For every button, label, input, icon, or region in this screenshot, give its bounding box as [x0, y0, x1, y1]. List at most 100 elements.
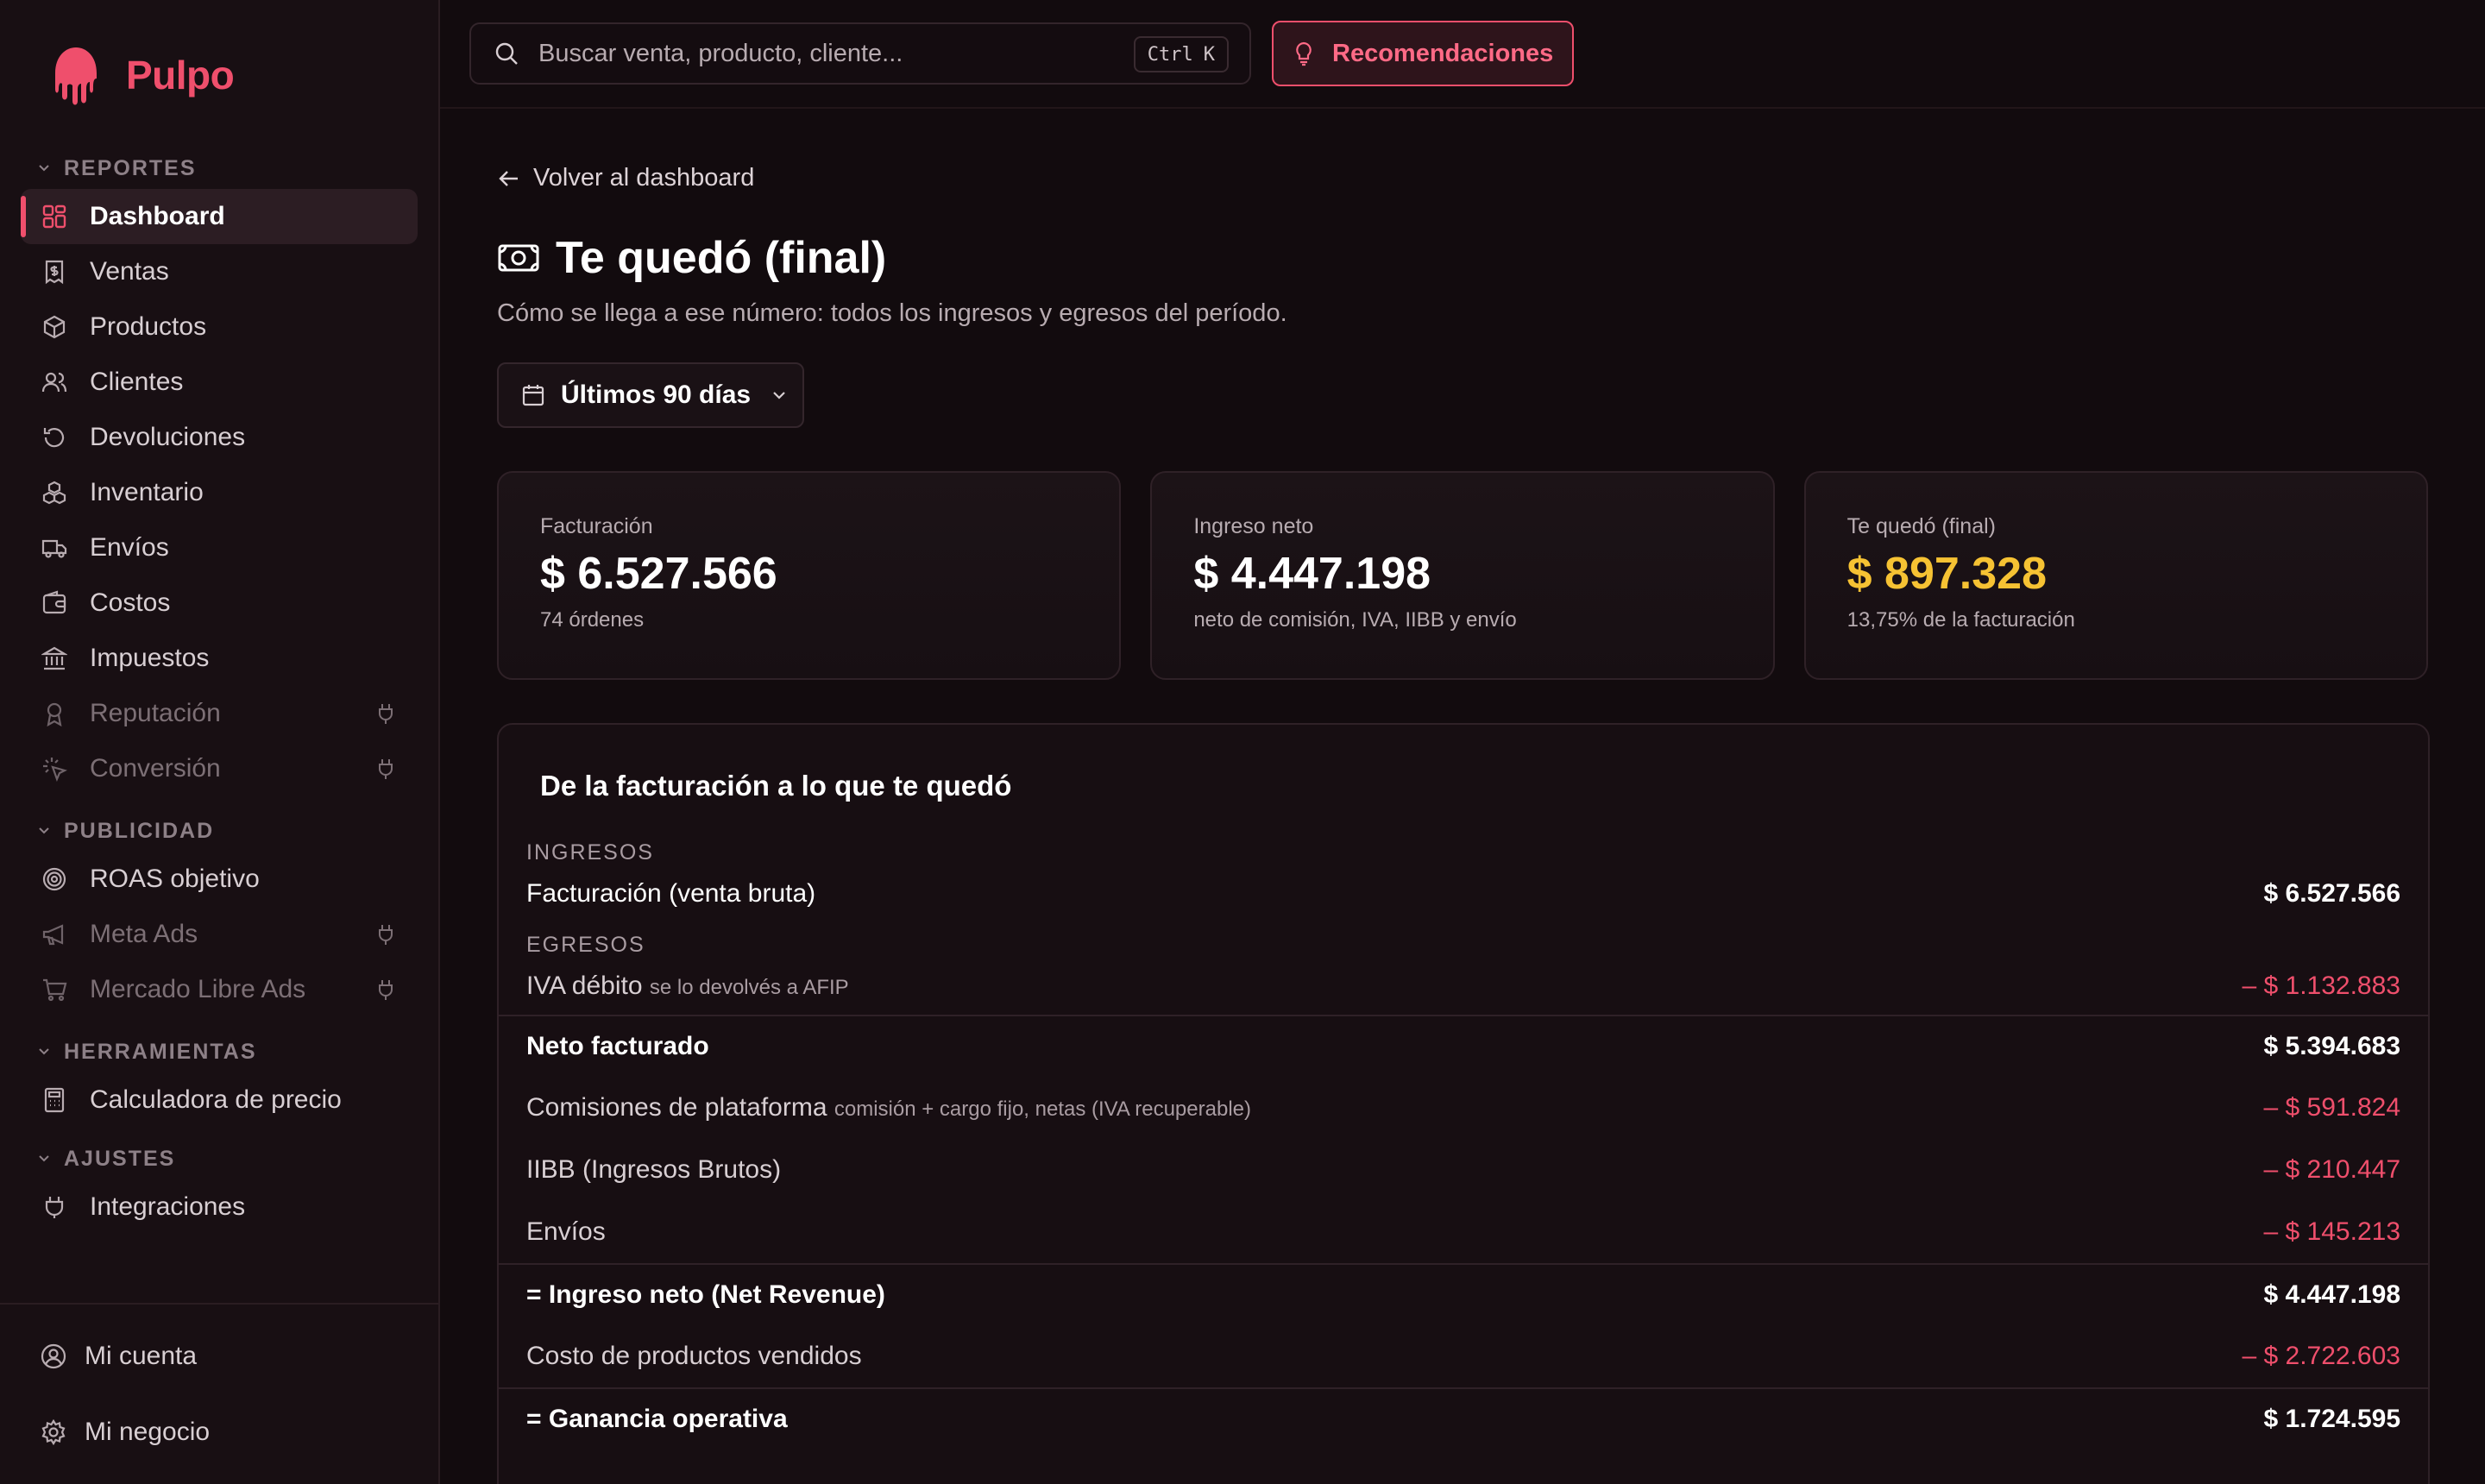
top-bar: Buscar venta, producto, cliente... Ctrl …: [440, 0, 2485, 109]
users-icon: [41, 372, 67, 393]
search-icon: [495, 42, 518, 65]
row-value: – $ 2.722.603: [2242, 1342, 2400, 1370]
row-label: IVA débito se lo devolvés a AFIP: [526, 972, 849, 1001]
app-logo[interactable]: Pulpo: [0, 37, 438, 113]
chevron-down-icon: [39, 827, 49, 834]
sidebar-item-ventas[interactable]: Ventas: [21, 244, 418, 299]
grid-icon: [42, 204, 66, 229]
row-facturacion: Facturación (venta bruta) $ 6.527.566: [499, 865, 2428, 922]
truck-icon: [41, 539, 67, 558]
chevron-down-icon: [39, 165, 49, 172]
sidebar-item-devoluciones[interactable]: Devoluciones: [21, 410, 418, 465]
search-placeholder: Buscar venta, producto, cliente...: [538, 39, 903, 67]
sidebar-item-label: Conversión: [90, 754, 221, 783]
shortcut-ctrl: Ctrl: [1147, 43, 1193, 66]
chevron-down-icon: [39, 1048, 49, 1055]
row-hint: se lo devolvés a AFIP: [649, 976, 849, 999]
gear-icon: [41, 1418, 66, 1446]
award-icon: [47, 702, 62, 726]
row-ganancia-operativa: = Ganancia operativa $ 1.724.595: [499, 1387, 2428, 1449]
page-title: Te quedó (final): [497, 232, 2428, 284]
page-subtitle: Cómo se llega a ese número: todos los in…: [497, 299, 1287, 327]
my-account-label: Mi cuenta: [85, 1342, 198, 1370]
sidebar-item-mercado-libre-ads[interactable]: Mercado Libre Ads: [21, 962, 418, 1017]
sidebar-item-roas-objetivo[interactable]: ROAS objetivo: [21, 852, 418, 907]
row-neto-facturado: Neto facturado $ 5.394.683: [499, 1015, 2428, 1077]
date-range-select[interactable]: Últimos 90 días: [497, 362, 804, 428]
kpi-note: neto de comisión, IVA, IIBB y envío: [1193, 608, 1517, 632]
megaphone-icon: [42, 924, 64, 946]
sidebar-item-reputacion[interactable]: Reputación: [21, 686, 418, 741]
breakdown-title: De la facturación a lo que te quedó: [540, 770, 1012, 802]
kpi-note: 74 órdenes: [540, 608, 645, 632]
kpi-card-facturacion: Facturación $ 6.527.566 74 órdenes: [497, 471, 1122, 680]
row-value: $ 4.447.198: [2263, 1280, 2400, 1309]
row-value: $ 1.724.595: [2263, 1405, 2400, 1433]
sidebar-item-label: Mercado Libre Ads: [90, 975, 306, 1003]
group-ingresos: INGRESOS: [526, 840, 654, 865]
sidebar-item-envios[interactable]: Envíos: [21, 520, 418, 575]
plug-icon: [379, 925, 393, 945]
box-icon: [43, 315, 66, 339]
arrow-left-icon: [499, 170, 518, 186]
sidebar-item-label: Meta Ads: [90, 920, 198, 948]
sidebar-item-costos[interactable]: Costos: [21, 575, 418, 631]
sidebar-nav: Pulpo REPORTES Dashboard Ventas Producto…: [0, 0, 438, 1303]
row-ingreso-neto: = Ingreso neto (Net Revenue) $ 4.447.198: [499, 1263, 2428, 1325]
recommendations-button[interactable]: Recomendaciones: [1272, 21, 1575, 86]
row-label: Facturación (venta bruta): [526, 879, 816, 908]
sidebar-item-inventario[interactable]: Inventario: [21, 465, 418, 520]
sidebar-item-clientes[interactable]: Clientes: [21, 355, 418, 410]
kpi-card-ingreso-neto: Ingreso neto $ 4.447.198 neto de comisió…: [1150, 471, 1775, 680]
row-iibb: IIBB (Ingresos Brutos) – $ 210.447: [499, 1139, 2428, 1201]
bank-icon: [41, 646, 67, 670]
sidebar-item-label: ROAS objetivo: [90, 865, 260, 893]
banknote-icon: [498, 244, 539, 272]
kpi-value: $ 6.527.566: [540, 549, 777, 599]
my-account-link[interactable]: Mi cuenta: [0, 1329, 438, 1384]
sidebar-item-calculadora[interactable]: Calculadora de precio: [21, 1072, 418, 1128]
section-ajustes[interactable]: AJUSTES: [0, 1141, 438, 1176]
sidebar-item-label: Costos: [90, 588, 171, 617]
row-comisiones: Comisiones de plataforma comisión + carg…: [499, 1077, 2428, 1139]
kpi-cards: Facturación $ 6.527.566 74 órdenes Ingre…: [497, 471, 2428, 680]
group-egresos: EGRESOS: [526, 933, 645, 957]
search-input[interactable]: Buscar venta, producto, cliente... Ctrl …: [469, 22, 1251, 85]
back-label: Volver al dashboard: [533, 164, 755, 192]
my-business-link[interactable]: Mi negocio: [0, 1405, 438, 1460]
sidebar-item-conversion[interactable]: Conversión: [21, 741, 418, 796]
plug-icon: [379, 980, 393, 1000]
sidebar-item-label: Calculadora de precio: [90, 1085, 342, 1114]
sidebar-item-impuestos[interactable]: Impuestos: [21, 631, 418, 686]
app-name: Pulpo: [126, 53, 235, 97]
breakdown-panel: De la facturación a lo que te quedó INGR…: [497, 723, 2430, 1484]
section-herramientas[interactable]: HERRAMIENTAS: [0, 1034, 438, 1069]
section-reportes[interactable]: REPORTES: [0, 151, 438, 186]
page-content: Volver al dashboard Te quedó (final) Cóm…: [440, 164, 2485, 1484]
row-hint: comisión + cargo fijo, netas (IVA recupe…: [834, 1097, 1251, 1121]
row-label: IIBB (Ingresos Brutos): [526, 1155, 782, 1184]
section-title: HERRAMIENTAS: [64, 1039, 257, 1064]
sidebar-item-productos[interactable]: Productos: [21, 299, 418, 355]
wallet-icon: [42, 590, 66, 614]
main-content: Buscar venta, producto, cliente... Ctrl …: [440, 0, 2485, 1484]
sidebar-item-label: Impuestos: [90, 644, 210, 672]
sidebar-item-label: Dashboard: [90, 202, 225, 230]
section-title: REPORTES: [64, 155, 197, 180]
sidebar-item-label: Ventas: [90, 257, 169, 286]
sparkle-icon: [43, 758, 67, 782]
sidebar-item-dashboard[interactable]: Dashboard: [21, 189, 418, 244]
sidebar-item-label: Inventario: [90, 478, 204, 506]
chevron-down-icon: [39, 1155, 49, 1162]
app-root: Pulpo REPORTES Dashboard Ventas Producto…: [0, 0, 2485, 1484]
target-icon: [42, 867, 66, 891]
kpi-label: Facturación: [540, 514, 653, 538]
row-value: $ 5.394.683: [2263, 1032, 2400, 1060]
row-iva-debito: IVA débito se lo devolvés a AFIP – $ 1.1…: [499, 958, 2428, 1015]
row-envios: Envíos – $ 145.213: [499, 1201, 2428, 1263]
sidebar-item-meta-ads[interactable]: Meta Ads: [21, 907, 418, 962]
back-to-dashboard-link[interactable]: Volver al dashboard: [497, 164, 2428, 192]
section-publicidad[interactable]: PUBLICIDAD: [0, 814, 438, 848]
sidebar-item-integraciones[interactable]: Integraciones: [21, 1179, 418, 1235]
recommendations-label: Recomendaciones: [1332, 39, 1554, 67]
